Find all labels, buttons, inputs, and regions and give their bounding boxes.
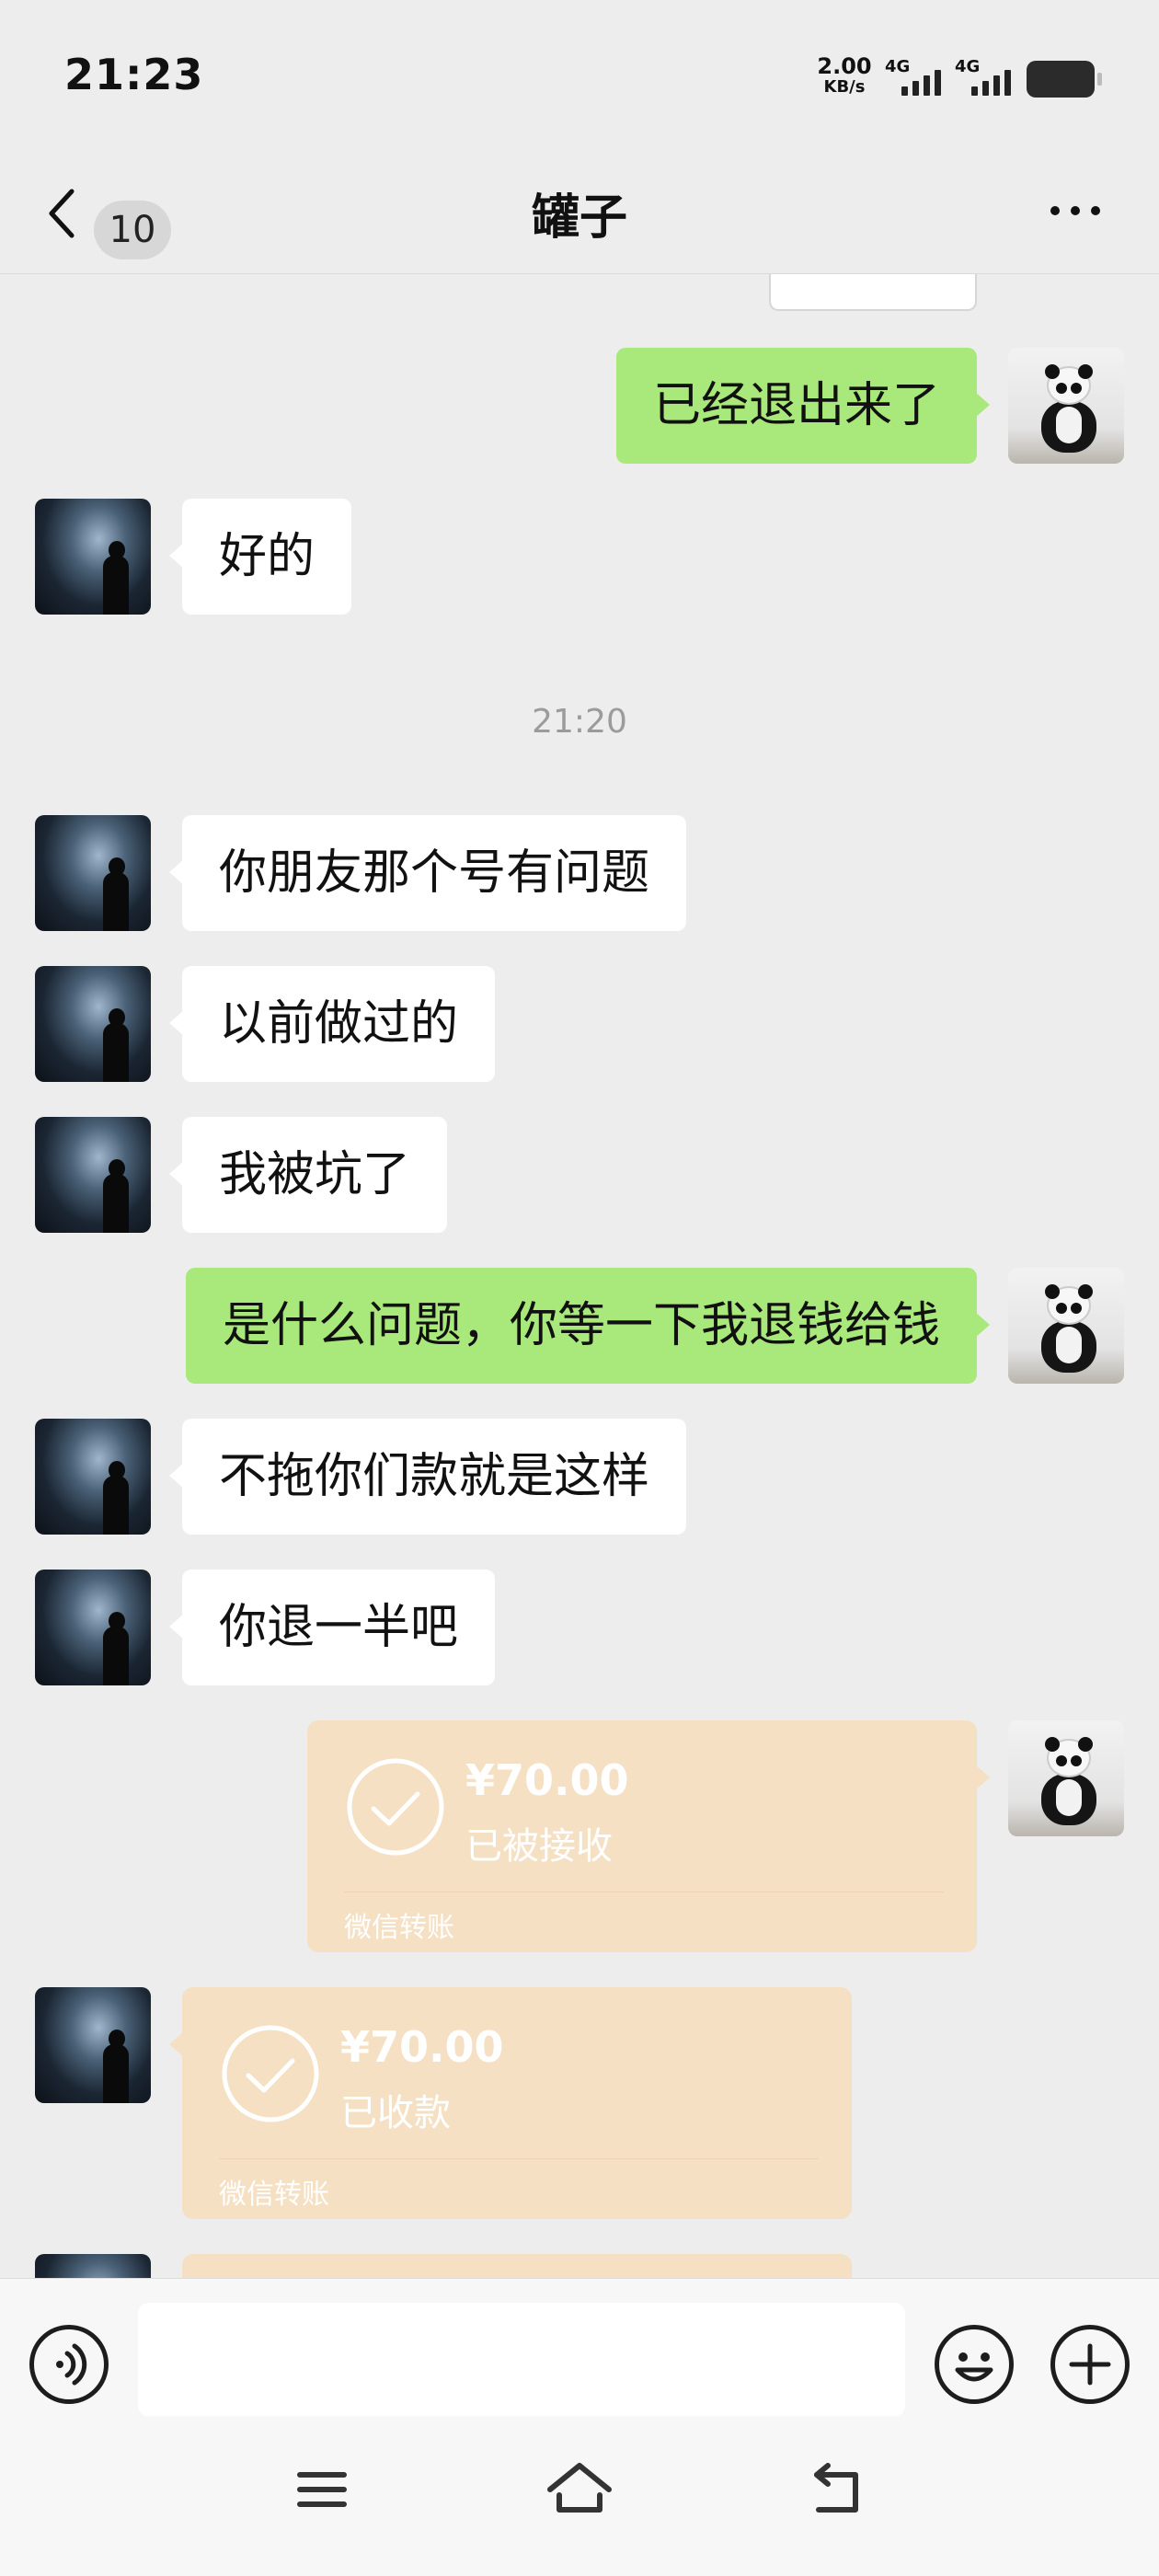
message-image-partial[interactable]	[769, 274, 977, 311]
friend-avatar[interactable]	[35, 2254, 151, 2278]
home-button[interactable]	[534, 2453, 625, 2526]
recent-apps-button[interactable]	[276, 2453, 368, 2526]
message-bubble-incoming[interactable]: 不拖你们款就是这样	[168, 1419, 687, 1535]
back-button[interactable]: 10	[37, 173, 175, 259]
self-avatar[interactable]	[1008, 348, 1124, 464]
chat-message-list[interactable]: 已经退出来了 好的 21:20 你朋友那个号有问题 以前做过的 我被坑了 是什么…	[0, 274, 1159, 2278]
friend-avatar[interactable]	[35, 1419, 151, 1535]
menu-icon	[297, 2472, 347, 2507]
message-input[interactable]	[138, 2303, 905, 2417]
transfer-amount: ¥70.00	[340, 2022, 504, 2072]
signal-sim2-icon: 4G	[955, 57, 1027, 96]
voice-icon	[56, 2343, 87, 2386]
plus-icon	[1069, 2343, 1111, 2386]
friend-avatar[interactable]	[35, 1570, 151, 1685]
transfer-label: 微信转账	[219, 2179, 329, 2211]
sim1-network-label: 4G	[885, 57, 911, 76]
more-actions-button[interactable]	[1050, 2325, 1130, 2404]
back-nav-icon	[814, 2463, 858, 2513]
check-circle-icon	[347, 1758, 444, 1856]
self-avatar[interactable]	[1008, 1268, 1124, 1384]
system-navigation-bar	[0, 2416, 1159, 2576]
message-bubble-incoming[interactable]: 好的	[168, 499, 352, 615]
chat-header: 10 罐子	[0, 147, 1159, 274]
unread-count-badge: 10	[94, 201, 171, 259]
message-bubble-incoming[interactable]: 你退一半吧	[168, 1570, 496, 1685]
friend-avatar[interactable]	[35, 499, 151, 615]
emoji-icon	[955, 2352, 993, 2382]
sim2-network-label: 4G	[955, 57, 981, 76]
message-bubble-outgoing[interactable]: 已经退出来了	[615, 348, 991, 464]
transfer-card-incoming[interactable]: ¥70.00 已收款 微信转账	[169, 1987, 852, 2219]
message-bubble-incoming[interactable]: 我被坑了	[168, 1117, 448, 1233]
back-icon	[49, 189, 75, 238]
transfer-label: 微信转账	[344, 1912, 454, 1944]
self-avatar[interactable]	[1008, 1720, 1124, 1836]
network-speed: 2.00 KB/s	[817, 55, 872, 96]
friend-avatar[interactable]	[35, 966, 151, 1082]
signal-sim1-icon: 4G	[885, 57, 957, 96]
friend-avatar[interactable]	[35, 1117, 151, 1233]
message-bubble-incoming[interactable]: 以前做过的	[168, 966, 496, 1082]
voice-button[interactable]	[29, 2325, 109, 2404]
system-back-button[interactable]	[791, 2453, 883, 2526]
transfer-status: 已收款	[340, 2092, 451, 2134]
network-speed-value: 2.00	[817, 53, 872, 79]
network-speed-unit: KB/s	[823, 77, 866, 97]
status-bar: 21:23 2.00 KB/s 4G 4G	[0, 0, 1159, 147]
transfer-status: 已被接收	[465, 1825, 613, 1868]
transfer-divider	[219, 2158, 819, 2159]
transfer-card-incoming-partial[interactable]	[182, 2254, 852, 2278]
message-bubble-outgoing[interactable]: 是什么问题，你等一下我退钱给钱	[185, 1268, 991, 1384]
more-icon	[1050, 206, 1060, 215]
emoji-button[interactable]	[935, 2325, 1014, 2404]
home-icon	[547, 2463, 612, 2513]
chat-title: 罐子	[531, 190, 627, 246]
check-circle-icon	[222, 2025, 319, 2122]
status-time: 21:23	[64, 50, 204, 99]
message-timestamp: 21:20	[532, 703, 627, 741]
transfer-amount: ¥70.00	[465, 1755, 629, 1805]
friend-avatar[interactable]	[35, 1987, 151, 2103]
message-input-bar	[0, 2278, 1159, 2417]
battery-icon	[1027, 61, 1102, 98]
transfer-card-outgoing[interactable]: ¥70.00 已被接收 微信转账	[307, 1720, 990, 1952]
friend-avatar[interactable]	[35, 815, 151, 931]
more-button[interactable]	[1039, 184, 1113, 239]
message-bubble-incoming[interactable]: 你朋友那个号有问题	[168, 815, 687, 931]
